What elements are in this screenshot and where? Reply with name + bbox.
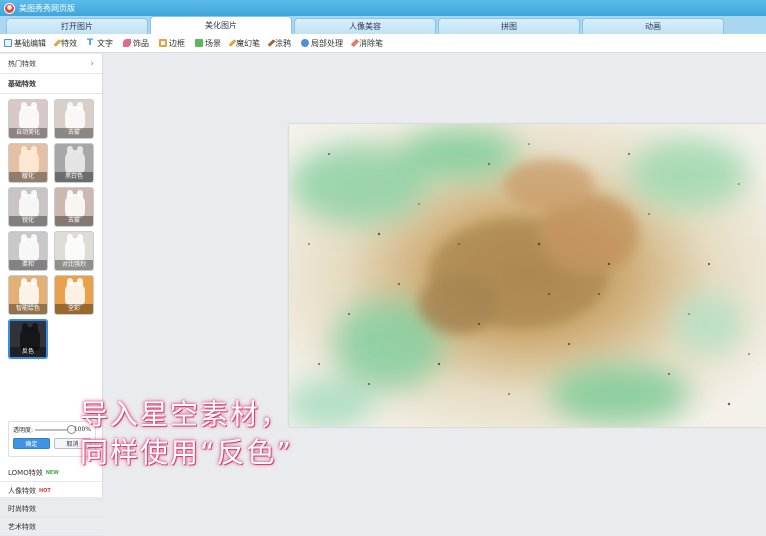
tool-frame[interactable]: 边框 bbox=[159, 38, 185, 49]
effect-thumb[interactable]: 柔和 bbox=[8, 231, 48, 271]
caption-line-2: 同样使用“反色” bbox=[80, 436, 294, 469]
tab-collage[interactable]: 拼图 bbox=[438, 18, 580, 34]
starfield-image bbox=[289, 124, 766, 427]
tool-label: 场景 bbox=[205, 38, 221, 48]
effect-label: 黑白色 bbox=[55, 172, 93, 182]
tool-bar: 基础编辑 特效 T 文字 饰品 边框 场景 魔幻笔 涂鸦 局部处理 消除笔 bbox=[0, 34, 766, 53]
tool-partial[interactable]: 局部处理 bbox=[301, 38, 343, 49]
cat-figure-icon bbox=[65, 190, 85, 218]
tab-beautify[interactable]: 美化图片 bbox=[150, 16, 292, 34]
effect-label: 锐化 bbox=[9, 216, 47, 226]
tool-text[interactable]: T 文字 bbox=[87, 38, 113, 49]
cat-figure-icon bbox=[65, 234, 85, 262]
section-label: 人像特效 bbox=[8, 486, 36, 495]
tool-basic-edit[interactable]: 基础编辑 bbox=[4, 38, 46, 49]
section-label: 时尚特效 bbox=[8, 504, 36, 513]
effect-thumb[interactable]: 暖化 bbox=[8, 143, 48, 183]
effect-label: 智能绘色 bbox=[9, 304, 47, 314]
section-label: 艺术特效 bbox=[8, 522, 36, 531]
tool-magic-pen[interactable]: 魔幻笔 bbox=[228, 38, 260, 49]
effect-label: 自动美化 bbox=[9, 128, 47, 138]
tab-animation[interactable]: 动画 bbox=[582, 18, 724, 34]
section-portrait-effects[interactable]: 人像特效 HOT bbox=[0, 482, 103, 500]
tool-label: 饰品 bbox=[133, 38, 149, 48]
effect-thumb[interactable]: 对比强烈 bbox=[54, 231, 94, 271]
tutorial-caption: 导入星空素材， 同样使用“反色” bbox=[80, 396, 293, 472]
chevron-right-icon: › bbox=[90, 58, 94, 69]
effect-thumb[interactable]: 锐化 bbox=[8, 187, 48, 227]
effect-label: 暖化 bbox=[9, 172, 47, 182]
effects-grid: 自动美化 去雾 暖化 黑白色 锐化 去雾 柔和 对比强烈 智能绘色 全彩 反色 bbox=[8, 99, 96, 359]
scene-icon bbox=[195, 39, 203, 47]
confirm-button[interactable]: 确定 bbox=[13, 438, 50, 449]
frame-icon bbox=[159, 39, 167, 47]
main-tabs: 打开图片 美化图片 人像美容 拼图 动画 bbox=[0, 16, 766, 34]
bow-icon bbox=[123, 39, 131, 47]
hot-badge: HOT bbox=[39, 487, 51, 494]
effect-label: 去雾 bbox=[55, 216, 93, 226]
opacity-label: 透明度: bbox=[13, 427, 34, 434]
tool-label: 消除笔 bbox=[359, 38, 383, 48]
tool-scene[interactable]: 场景 bbox=[195, 38, 221, 49]
effect-label: 对比强烈 bbox=[55, 260, 93, 270]
effect-thumb[interactable]: 去雾 bbox=[54, 187, 94, 227]
cat-figure-icon bbox=[19, 146, 39, 174]
cat-figure-icon bbox=[65, 278, 85, 306]
effect-thumb[interactable]: 黑白色 bbox=[54, 143, 94, 183]
tool-label: 涂鸦 bbox=[275, 38, 291, 48]
title-bar: ● 美图秀秀网页版 bbox=[0, 0, 766, 16]
tool-label: 魔幻笔 bbox=[236, 38, 260, 48]
cat-figure-icon bbox=[19, 234, 39, 262]
more-effects-sections: LOMO特效 NEW 人像特效 HOT 时尚特效 艺术特效 bbox=[0, 464, 103, 536]
section-label: 热门特效 bbox=[8, 59, 36, 68]
slider-knob[interactable] bbox=[66, 424, 76, 434]
cat-figure-icon bbox=[19, 278, 39, 306]
tool-label: 文字 bbox=[97, 38, 113, 48]
effect-thumb[interactable]: 去雾 bbox=[54, 99, 94, 139]
effect-label: 全彩 bbox=[55, 304, 93, 314]
app-logo-icon: ● bbox=[4, 2, 15, 14]
new-badge: NEW bbox=[45, 469, 59, 476]
image-canvas[interactable] bbox=[289, 124, 766, 427]
cat-figure-icon bbox=[19, 102, 39, 130]
section-basic-effects[interactable]: 基础特效 bbox=[0, 74, 102, 94]
tool-label: 局部处理 bbox=[311, 38, 343, 48]
edit-icon bbox=[4, 39, 12, 47]
tool-doodle[interactable]: 涂鸦 bbox=[267, 38, 291, 49]
caption-line-1: 导入星空素材， bbox=[80, 398, 291, 431]
eraser-icon bbox=[350, 38, 360, 48]
section-fashion-effects[interactable]: 时尚特效 bbox=[0, 500, 103, 518]
section-art-effects[interactable]: 艺术特效 bbox=[0, 518, 103, 536]
tool-accessories[interactable]: 饰品 bbox=[123, 38, 149, 49]
tab-portrait[interactable]: 人像美容 bbox=[294, 18, 436, 34]
cat-figure-icon bbox=[65, 102, 85, 130]
tool-eraser[interactable]: 消除笔 bbox=[350, 38, 383, 49]
cat-figure-icon bbox=[65, 146, 85, 174]
section-hot-effects[interactable]: 热门特效 › bbox=[0, 54, 102, 74]
section-label: LOMO特效 bbox=[8, 468, 43, 477]
tab-open-image[interactable]: 打开图片 bbox=[6, 18, 148, 34]
effect-label: 去雾 bbox=[55, 128, 93, 138]
text-icon: T bbox=[87, 38, 94, 48]
effect-thumb[interactable]: 自动美化 bbox=[8, 99, 48, 139]
tool-label: 基础编辑 bbox=[14, 38, 46, 48]
cat-figure-icon bbox=[19, 190, 39, 218]
effect-label: 柔和 bbox=[9, 260, 47, 270]
partial-icon bbox=[301, 39, 309, 47]
effect-thumb[interactable]: 智能绘色 bbox=[8, 275, 48, 315]
effect-thumb-invert-selected[interactable]: 反色 bbox=[8, 319, 48, 359]
opacity-slider[interactable] bbox=[35, 424, 76, 434]
tool-label: 边框 bbox=[169, 38, 185, 48]
effect-label: 反色 bbox=[10, 347, 46, 357]
window-title: 美图秀秀网页版 bbox=[19, 3, 75, 13]
tool-label: 特效 bbox=[61, 38, 77, 48]
effect-thumb[interactable]: 全彩 bbox=[54, 275, 94, 315]
section-label: 基础特效 bbox=[8, 79, 36, 88]
tool-effects[interactable]: 特效 bbox=[53, 38, 77, 49]
